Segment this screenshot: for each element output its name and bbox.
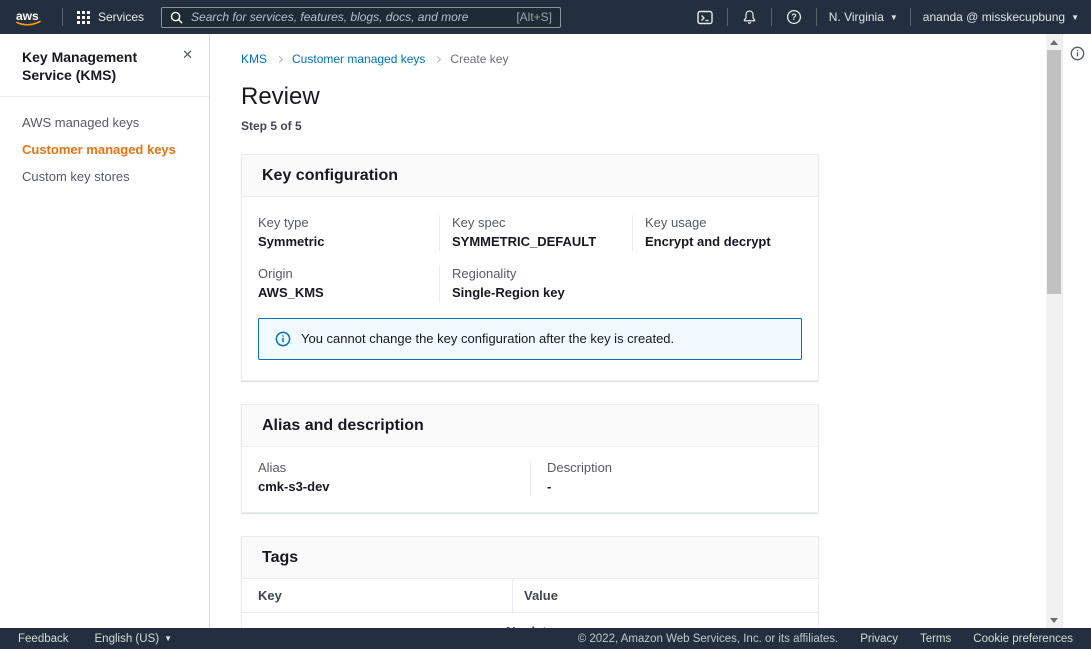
- field-origin: Origin AWS_KMS: [258, 266, 439, 302]
- account-menu[interactable]: ananda @ misskecupbung ▼: [923, 10, 1079, 24]
- alias-description-card: Alias and description Alias cmk-s3-dev D…: [241, 404, 819, 513]
- field-value: -: [547, 479, 552, 494]
- topbar-divider: [770, 8, 772, 26]
- field-alias: Alias cmk-s3-dev: [242, 460, 530, 496]
- field-label: Regionality: [452, 266, 517, 281]
- field-value: Single-Region key: [452, 285, 565, 300]
- field-key-spec: Key spec SYMMETRIC_DEFAULT: [439, 215, 632, 251]
- chevron-down-icon: ▼: [1071, 12, 1079, 22]
- cookie-preferences-link[interactable]: Cookie preferences: [973, 633, 1073, 645]
- card-header: Tags: [242, 537, 818, 579]
- card-title: Alias and description: [262, 417, 424, 434]
- sidebar-item-customer-managed-keys[interactable]: Customer managed keys: [0, 136, 209, 163]
- console-footer: Feedback English (US) ▼ © 2022, Amazon W…: [0, 628, 1091, 649]
- main-content: KMS Customer managed keys Create key Rev…: [211, 34, 1091, 628]
- card-title: Tags: [262, 549, 299, 566]
- column-header-value: Value: [512, 579, 818, 612]
- card-title: Key configuration: [262, 167, 399, 184]
- card-header: Alias and description: [242, 405, 818, 447]
- help-icon[interactable]: ?: [784, 9, 804, 25]
- page-title: Review: [241, 83, 320, 110]
- info-icon: [275, 331, 291, 347]
- wizard-step-indicator: Step 5 of 5: [241, 119, 302, 133]
- breadcrumb-chevron-icon: [434, 55, 442, 63]
- chevron-down-icon: ▼: [164, 634, 172, 643]
- field-value: SYMMETRIC_DEFAULT: [452, 234, 597, 249]
- global-search[interactable]: [Alt+S]: [161, 6, 562, 28]
- aws-logo[interactable]: aws: [14, 8, 44, 27]
- info-panel-icon[interactable]: [1070, 46, 1085, 61]
- field-label: Alias: [258, 460, 287, 475]
- terms-link[interactable]: Terms: [920, 633, 951, 645]
- sidebar-item-aws-managed-keys[interactable]: AWS managed keys: [0, 109, 209, 136]
- breadcrumb: KMS Customer managed keys Create key: [241, 52, 819, 66]
- field-regionality: Regionality Single-Region key: [439, 266, 632, 302]
- region-label: N. Virginia: [828, 10, 884, 24]
- breadcrumb-chevron-icon: [275, 55, 284, 63]
- topbar-divider: [726, 8, 728, 26]
- key-configuration-card: Key configuration Key type Symmetric Key…: [241, 154, 819, 381]
- field-label: Description: [547, 460, 613, 475]
- topbar-divider: [909, 8, 911, 26]
- tags-card: Tags Key Value No data No tags to displa…: [241, 536, 819, 628]
- services-label: Services: [98, 10, 145, 24]
- topbar-divider: [815, 8, 817, 26]
- region-selector[interactable]: N. Virginia ▼: [829, 10, 898, 24]
- search-shortcut-hint: [Alt+S]: [516, 10, 553, 24]
- svg-text:aws: aws: [16, 9, 39, 23]
- top-navigation-bar: aws Services [Alt+S]: [0, 0, 1091, 34]
- language-selector[interactable]: English (US) ▼: [95, 633, 172, 645]
- breadcrumb-link-customer-managed-keys[interactable]: Customer managed keys: [292, 52, 425, 66]
- feedback-button[interactable]: Feedback: [18, 633, 69, 645]
- field-label: Key usage: [645, 215, 707, 230]
- card-header: Key configuration: [242, 155, 818, 197]
- account-label: ananda @ misskecupbung: [922, 10, 1066, 24]
- field-value: AWS_KMS: [258, 285, 324, 300]
- field-label: Origin: [258, 266, 293, 281]
- help-panel-rail: [1062, 34, 1091, 628]
- svg-text:?: ?: [791, 12, 797, 22]
- tags-table-header: Key Value: [242, 579, 818, 613]
- field-value: Encrypt and decrypt: [645, 234, 771, 249]
- field-key-usage: Key usage Encrypt and decrypt: [632, 215, 802, 251]
- field-label: Key spec: [452, 215, 506, 230]
- info-alert: You cannot change the key configuration …: [258, 318, 802, 360]
- privacy-link[interactable]: Privacy: [860, 633, 898, 645]
- field-description: Description -: [530, 460, 818, 496]
- close-sidebar-icon[interactable]: ✕: [182, 48, 193, 84]
- breadcrumb-current: Create key: [450, 52, 509, 66]
- empty-cell: [632, 266, 802, 302]
- chevron-down-icon: ▼: [889, 12, 898, 22]
- vertical-scrollbar[interactable]: [1046, 34, 1062, 628]
- breadcrumb-link-kms[interactable]: KMS: [241, 52, 267, 66]
- kms-side-navigation: Key Management Service (KMS) ✕ AWS manag…: [0, 34, 210, 628]
- column-header-key: Key: [258, 588, 282, 603]
- scroll-down-arrow[interactable]: [1046, 612, 1062, 628]
- language-label: English (US): [94, 632, 160, 645]
- scrollbar-thumb[interactable]: [1047, 50, 1061, 294]
- sidebar-item-custom-key-stores[interactable]: Custom key stores: [0, 163, 209, 190]
- field-value: Symmetric: [258, 234, 325, 249]
- field-label: Key type: [258, 215, 309, 230]
- tags-empty-state: No data No tags to display: [242, 613, 818, 628]
- services-menu[interactable]: Services: [77, 10, 144, 24]
- field-key-type: Key type Symmetric: [258, 215, 439, 251]
- field-value: cmk-s3-dev: [258, 479, 330, 494]
- notifications-bell-icon[interactable]: [740, 9, 759, 25]
- scroll-up-arrow[interactable]: [1046, 34, 1062, 50]
- topbar-divider: [62, 8, 63, 26]
- alert-message: You cannot change the key configuration …: [301, 331, 675, 346]
- sidebar-title: Key Management Service (KMS): [22, 49, 138, 83]
- services-grid-icon: [77, 10, 90, 24]
- search-icon: [170, 11, 183, 24]
- search-input[interactable]: [191, 10, 517, 24]
- cloudshell-icon[interactable]: [695, 10, 715, 25]
- copyright-text: © 2022, Amazon Web Services, Inc. or its…: [577, 632, 839, 645]
